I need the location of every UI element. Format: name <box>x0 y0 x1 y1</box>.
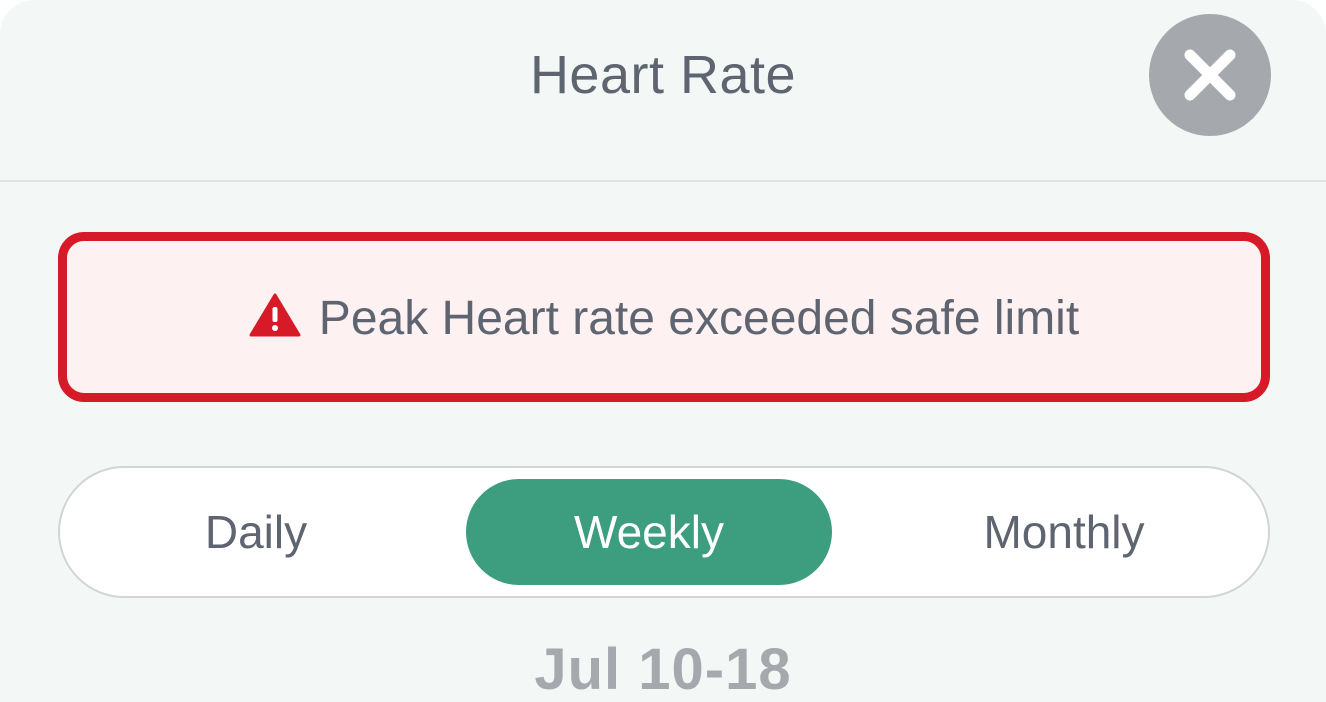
heart-rate-sheet: Heart Rate Peak Heart rate exceeded safe… <box>0 0 1326 702</box>
safety-alert-banner: Peak Heart rate exceeded safe limit <box>58 232 1270 402</box>
close-icon <box>1184 49 1236 101</box>
warning-triangle-icon <box>249 293 301 336</box>
alert-message: Peak Heart rate exceeded safe limit <box>318 292 1080 345</box>
page-title: Heart Rate <box>529 45 797 105</box>
tab-monthly[interactable]: Monthly <box>872 479 1256 585</box>
tab-daily[interactable]: Daily <box>70 479 442 585</box>
tab-weekly[interactable]: Weekly <box>466 479 832 585</box>
date-range-label: Jul 10-18 <box>534 637 792 702</box>
close-button[interactable] <box>1149 14 1271 136</box>
sheet-header: Heart Rate <box>0 0 1326 182</box>
period-selector: Daily Weekly Monthly <box>58 466 1270 598</box>
